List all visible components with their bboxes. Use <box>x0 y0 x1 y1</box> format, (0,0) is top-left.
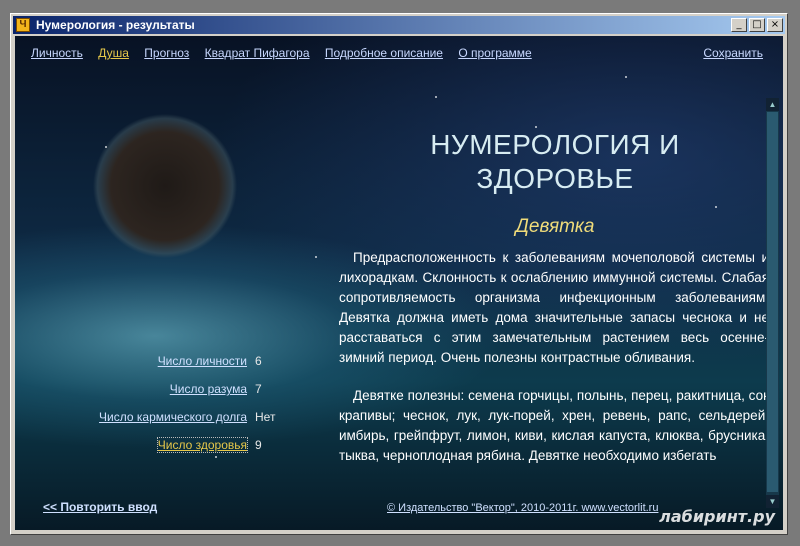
minimize-button[interactable]: _ <box>731 18 747 32</box>
number-value: Нет <box>255 410 276 424</box>
page-title: НУМЕРОЛОГИЯ И ЗДОРОВЬЕ <box>385 128 725 196</box>
number-link-mind[interactable]: Число разума <box>170 382 247 396</box>
page-title-line1: НУМЕРОЛОГИЯ И <box>430 129 680 160</box>
app-window: Ч Нумерология - результаты _ □ × Личност… <box>10 13 788 535</box>
number-link-health[interactable]: Число здоровья <box>156 437 249 453</box>
title-bar[interactable]: Ч Нумерология - результаты _ □ × <box>13 16 785 34</box>
copyright-link[interactable]: © Издательство "Вектор", 2010-2011г. www… <box>387 502 658 514</box>
nav-item-soul[interactable]: Душа <box>98 46 129 60</box>
nav-item-detailed-description[interactable]: Подробное описание <box>325 46 443 60</box>
content-area: Личность Душа Прогноз Квадрат Пифагора П… <box>15 36 783 530</box>
article-paragraph: Предрасположенность к заболеваниям мочеп… <box>339 250 769 365</box>
top-navigation: Личность Душа Прогноз Квадрат Пифагора П… <box>31 46 763 60</box>
star-decoration <box>315 256 317 258</box>
nav-item-forecast[interactable]: Прогноз <box>144 46 189 60</box>
number-value: 7 <box>255 382 262 396</box>
number-title: Девятка <box>515 216 595 237</box>
star-decoration <box>715 206 717 208</box>
nav-item-about[interactable]: О программе <box>458 46 531 60</box>
star-decoration <box>215 456 217 458</box>
article-paragraph: Девятке полезны: семена горчицы, полынь,… <box>339 388 769 463</box>
number-link-personality[interactable]: Число личности <box>158 354 247 368</box>
vertical-scrollbar[interactable]: ▲ ▼ <box>766 98 779 508</box>
number-value: 6 <box>255 354 262 368</box>
window-title: Нумерология - результаты <box>36 18 195 32</box>
scroll-up-icon[interactable]: ▲ <box>766 98 779 111</box>
repeat-input-link[interactable]: << Повторить ввод <box>43 500 157 514</box>
maximize-button[interactable]: □ <box>749 18 765 32</box>
article-text: Предрасположенность к заболеваниям мочеп… <box>339 248 769 510</box>
star-decoration <box>105 146 107 148</box>
star-decoration <box>435 96 437 98</box>
save-button[interactable]: Сохранить <box>703 46 763 60</box>
numerology-app-icon: Ч <box>16 18 30 32</box>
scrollbar-thumb[interactable] <box>767 112 778 492</box>
number-value: 9 <box>255 438 262 452</box>
star-decoration <box>625 76 627 78</box>
nav-item-pythagoras-square[interactable]: Квадрат Пифагора <box>205 46 310 60</box>
number-link-karmic-debt[interactable]: Число кармического долга <box>99 410 247 424</box>
watermark-logo: лабиринт.ру <box>659 507 775 526</box>
close-button[interactable]: × <box>767 18 783 32</box>
page-title-line2: ЗДОРОВЬЕ <box>476 163 634 194</box>
nav-item-personality[interactable]: Личность <box>31 46 83 60</box>
